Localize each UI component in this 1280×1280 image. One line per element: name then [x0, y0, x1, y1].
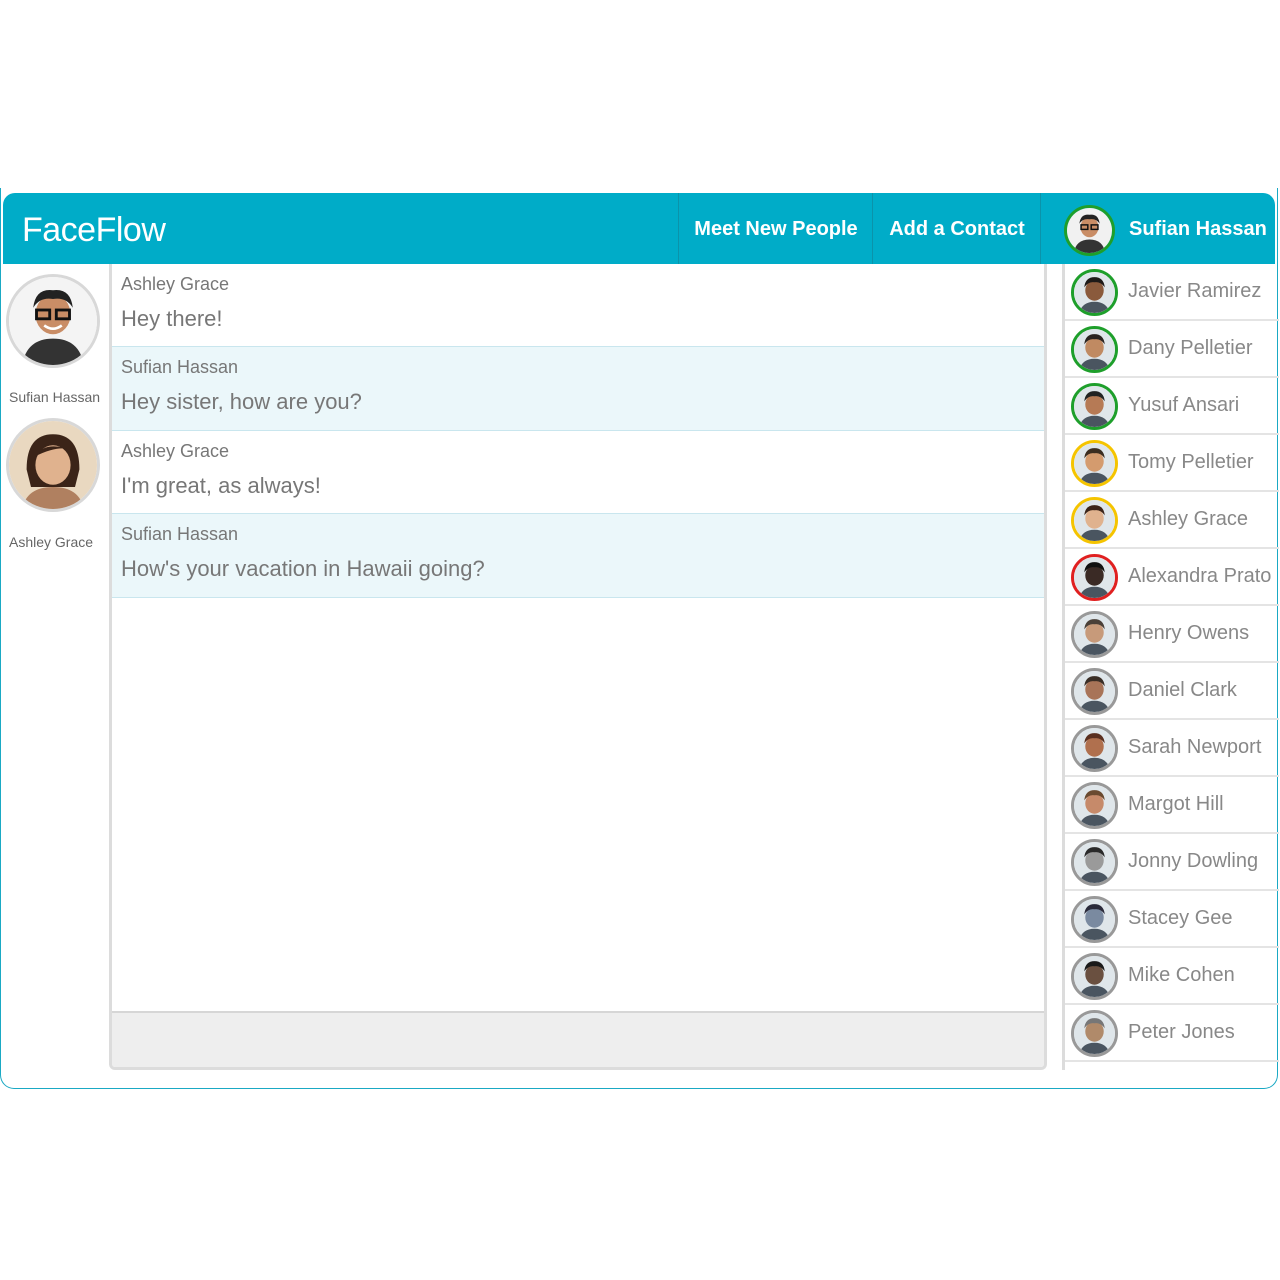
contact-name: Jonny Dowling [1128, 850, 1259, 872]
contact-item[interactable]: Yusuf Ansari [1065, 378, 1279, 435]
contact-item[interactable]: Javier Ramirez [1065, 264, 1279, 321]
chat-message: Sufian Hassan How's your vacation in Haw… [112, 514, 1044, 598]
contact-avatar [1071, 1010, 1118, 1057]
current-user-avatar [1064, 205, 1115, 256]
contact-name: Stacey Gee [1128, 907, 1233, 929]
contact-avatar [1071, 383, 1118, 430]
contact-avatar [1071, 782, 1118, 829]
contact-item[interactable]: Jonny Dowling [1065, 834, 1279, 891]
message-sender: Ashley Grace [121, 441, 230, 461]
chat-message: Ashley Grace Hey there! [112, 264, 1044, 347]
contact-name: Javier Ramirez [1128, 280, 1262, 302]
contact-avatar [1071, 725, 1118, 772]
contact-item[interactable]: Alexandra Prato [1065, 549, 1279, 606]
contact-item[interactable]: Margot Hill [1065, 777, 1279, 834]
contact-item[interactable]: Tomy Pelletier [1065, 435, 1279, 492]
participant-name: Ashley Grace [9, 534, 94, 550]
contact-avatar [1071, 896, 1118, 943]
top-navigation-bar: FaceFlow Meet New People Add a Contact S… [3, 193, 1275, 264]
message-sender: Ashley Grace [121, 274, 230, 294]
contact-avatar [1071, 440, 1118, 487]
contact-avatar [1071, 611, 1118, 658]
contact-name: Margot Hill [1128, 793, 1224, 815]
contact-name: Henry Owens [1128, 622, 1250, 644]
contact-list: Javier Ramirez Dany Pelletier Yusuf Ansari… [1062, 264, 1279, 1070]
contact-avatar [1071, 554, 1118, 601]
contact-item[interactable]: Mike Cohen [1065, 948, 1279, 1005]
message-text: How's your vacation in Hawaii going? [121, 556, 485, 581]
contact-name: Tomy Pelletier [1128, 451, 1254, 473]
contact-name: Peter Jones [1128, 1021, 1235, 1043]
contact-item[interactable]: Sarah Newport [1065, 720, 1279, 777]
message-compose-input[interactable] [112, 1011, 1044, 1067]
contact-avatar [1071, 953, 1118, 1000]
contact-avatar [1071, 269, 1118, 316]
add-contact-link[interactable]: Add a Contact [872, 193, 1041, 264]
message-text: Hey sister, how are you? [121, 389, 362, 414]
chat-panel: Ashley Grace Hey there! Sufian Hassan He… [109, 264, 1047, 1070]
contact-avatar [1071, 497, 1118, 544]
chat-message: Sufian Hassan Hey sister, how are you? [112, 347, 1044, 431]
contact-name: Daniel Clark [1128, 679, 1237, 701]
contact-name: Alexandra Prato [1128, 565, 1272, 587]
current-user-menu[interactable]: Sufian Hassan [1040, 193, 1276, 264]
participant-avatar[interactable] [6, 418, 100, 512]
current-user-name: Sufian Hassan [1129, 218, 1267, 240]
app-window: FaceFlow Meet New People Add a Contact S… [0, 188, 1279, 1089]
participant-name: Sufian Hassan [9, 389, 101, 405]
contact-avatar [1071, 839, 1118, 886]
contact-item[interactable]: Peter Jones [1065, 1005, 1279, 1062]
contact-name: Mike Cohen [1128, 964, 1235, 986]
contact-item[interactable]: Daniel Clark [1065, 663, 1279, 720]
contact-item[interactable]: Ashley Grace [1065, 492, 1279, 549]
message-text: Hey there! [121, 306, 223, 331]
contact-name: Yusuf Ansari [1128, 394, 1240, 416]
brand-logo[interactable]: FaceFlow [22, 211, 166, 250]
contact-item[interactable]: Dany Pelletier [1065, 321, 1279, 378]
contact-name: Ashley Grace [1128, 508, 1249, 530]
contact-avatar [1071, 668, 1118, 715]
meet-new-people-link[interactable]: Meet New People [678, 193, 873, 264]
contact-name: Dany Pelletier [1128, 337, 1253, 359]
chat-message: Ashley Grace I'm great, as always! [112, 431, 1044, 514]
contact-name: Sarah Newport [1128, 736, 1262, 758]
contact-item[interactable]: Henry Owens [1065, 606, 1279, 663]
message-sender: Sufian Hassan [121, 524, 239, 544]
contact-item[interactable]: Stacey Gee [1065, 891, 1279, 948]
contact-avatar [1071, 326, 1118, 373]
participant-avatar[interactable] [6, 274, 100, 368]
message-text: I'm great, as always! [121, 473, 321, 498]
message-sender: Sufian Hassan [121, 357, 239, 377]
